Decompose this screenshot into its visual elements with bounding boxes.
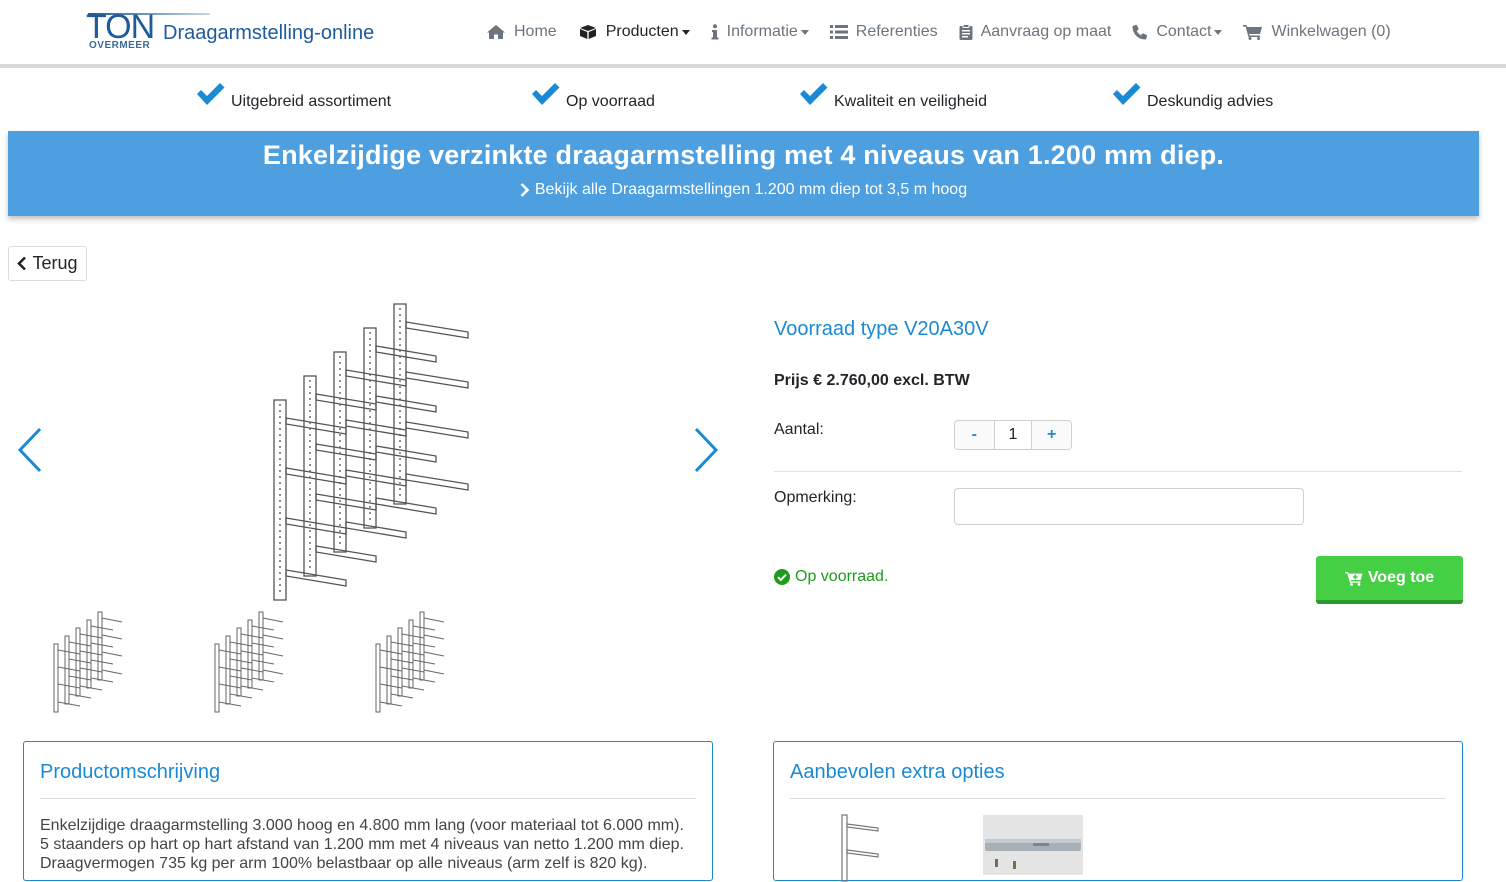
divider bbox=[774, 471, 1462, 472]
thumbnail-strip bbox=[8, 608, 728, 718]
list-icon bbox=[829, 25, 848, 39]
stock-label: Op voorraad. bbox=[795, 568, 889, 585]
rack-upright bbox=[393, 303, 407, 505]
rack-arms bbox=[285, 321, 469, 587]
chevron-right-icon bbox=[694, 427, 719, 473]
description-line: Draagvermogen 735 kg per arm 100% belast… bbox=[40, 855, 648, 872]
checkmark-icon bbox=[530, 82, 561, 111]
nav-item-referenties[interactable]: Referenties bbox=[829, 23, 938, 41]
navbar: TON OVERMEER Draagarmstelling-online Hom… bbox=[0, 0, 1506, 68]
quantity-input[interactable]: 1 bbox=[993, 421, 1033, 449]
usp-label: Deskundig advies bbox=[1147, 93, 1274, 110]
product-carousel bbox=[8, 296, 728, 606]
banner-link-label: Bekijk alle Draagarmstellingen 1.200 mm … bbox=[534, 181, 968, 198]
description-title: Productomschrijving bbox=[40, 761, 221, 783]
remark-label: Opmerking: bbox=[774, 489, 857, 506]
stock-status: Op voorraad. bbox=[774, 568, 888, 586]
logo[interactable]: TON OVERMEER Draagarmstelling-online bbox=[86, 8, 374, 54]
usp-label: Uitgebreid assortiment bbox=[231, 93, 392, 110]
nav-item-winkelwagen[interactable]: Winkelwagen (0) bbox=[1243, 23, 1391, 41]
nav-item-home[interactable]: Home bbox=[486, 23, 557, 41]
home-icon bbox=[486, 24, 506, 40]
product-image[interactable] bbox=[270, 300, 480, 602]
chevron-left-icon bbox=[17, 427, 42, 473]
extra-options-card: Aanbevolen extra opties bbox=[773, 741, 1463, 882]
option-image-arm[interactable] bbox=[983, 815, 1083, 875]
usp-label: Op voorraad bbox=[566, 93, 655, 110]
logo-brand: Draagarmstelling-online bbox=[163, 22, 375, 44]
clipboard-icon bbox=[959, 24, 973, 40]
rack-upright bbox=[273, 399, 287, 601]
chevron-down-icon bbox=[1214, 29, 1223, 35]
description-text: Enkelzijdige draagarmstelling 3.000 hoog… bbox=[40, 816, 700, 873]
thumbnail-image[interactable] bbox=[52, 610, 124, 714]
usp-item: Deskundig advies bbox=[1111, 82, 1273, 111]
rack-upright bbox=[303, 375, 317, 577]
quantity-stepper: - 1 + bbox=[954, 420, 1072, 450]
usp-item: Uitgebreid assortiment bbox=[195, 82, 391, 111]
back-label: Terug bbox=[32, 253, 78, 273]
carousel-prev-button[interactable] bbox=[16, 426, 44, 479]
option-image-upright[interactable] bbox=[834, 814, 884, 882]
main-nav: Home Producten Informatie Referenties Aa… bbox=[486, 20, 1412, 44]
usp-label: Kwaliteit en veiligheid bbox=[834, 93, 987, 110]
banner-link[interactable]: Bekijk alle Draagarmstellingen 1.200 mm … bbox=[8, 181, 1479, 199]
nav-label-informatie: Informatie bbox=[726, 23, 798, 40]
description-line: 5 staanders op hart op hart afstand van … bbox=[40, 836, 684, 853]
box-icon bbox=[578, 24, 598, 40]
checkmark-icon bbox=[798, 82, 829, 111]
carousel-next-button[interactable] bbox=[692, 426, 720, 479]
chevron-down-icon bbox=[800, 29, 809, 35]
checkmark-icon bbox=[1111, 82, 1142, 111]
nav-item-producten[interactable]: Producten bbox=[578, 23, 690, 41]
nav-label-home: Home bbox=[514, 23, 557, 40]
phone-icon bbox=[1132, 24, 1148, 40]
product-price: Prijs € 2.760,00 excl. BTW bbox=[774, 372, 970, 389]
nav-label-contact: Contact bbox=[1156, 23, 1212, 40]
arm-photo-icon bbox=[983, 815, 1083, 875]
nav-label-aanvraag: Aanvraag op maat bbox=[980, 23, 1112, 40]
description-line: Enkelzijdige draagarmstelling 3.000 hoog… bbox=[40, 817, 684, 834]
usp-item: Op voorraad bbox=[530, 82, 655, 111]
nav-item-informatie[interactable]: Informatie bbox=[711, 23, 809, 41]
description-card: Productomschrijving Enkelzijdige draagar… bbox=[23, 741, 713, 881]
usp-row: Uitgebreid assortiment Op voorraad Kwali… bbox=[0, 82, 1506, 122]
check-circle-icon bbox=[774, 569, 790, 585]
chevron-down-icon bbox=[681, 29, 690, 35]
divider bbox=[790, 798, 1446, 799]
banner-title: Enkelzijdige verzinkte draagarmstelling … bbox=[262, 140, 1225, 170]
cart-icon bbox=[1243, 24, 1263, 40]
add-to-cart-label: Voeg toe bbox=[1367, 569, 1435, 586]
add-to-cart-button[interactable]: Voeg toe bbox=[1316, 556, 1463, 604]
category-banner: Enkelzijdige verzinkte draagarmstelling … bbox=[8, 131, 1479, 216]
back-button[interactable]: Terug bbox=[8, 246, 87, 281]
nav-label-referenties: Referenties bbox=[855, 23, 938, 40]
checkmark-icon bbox=[195, 82, 226, 111]
logo-overmeer: OVERMEER bbox=[89, 40, 151, 51]
extra-options-title: Aanbevolen extra opties bbox=[790, 761, 1005, 783]
rack-upright bbox=[363, 327, 377, 529]
divider bbox=[40, 798, 696, 799]
nav-item-contact[interactable]: Contact bbox=[1132, 23, 1223, 41]
quantity-label: Aantal: bbox=[774, 421, 824, 438]
quantity-minus-button[interactable]: - bbox=[955, 421, 994, 449]
product-type: Voorraad type V20A30V bbox=[774, 318, 989, 340]
info-icon bbox=[711, 24, 719, 40]
usp-item: Kwaliteit en veiligheid bbox=[798, 82, 987, 111]
thumbnail-image[interactable] bbox=[213, 610, 285, 714]
chevron-left-icon bbox=[17, 256, 27, 271]
remark-input[interactable] bbox=[954, 488, 1304, 525]
nav-item-aanvraag[interactable]: Aanvraag op maat bbox=[959, 23, 1112, 41]
chevron-right-icon bbox=[520, 183, 529, 197]
cart-plus-icon bbox=[1344, 571, 1363, 586]
quantity-plus-button[interactable]: + bbox=[1032, 421, 1071, 449]
rack-upright bbox=[333, 351, 347, 553]
nav-label-producten: Producten bbox=[605, 23, 679, 40]
nav-label-winkelwagen: Winkelwagen (0) bbox=[1271, 23, 1391, 40]
thumbnail-image[interactable] bbox=[374, 610, 446, 714]
